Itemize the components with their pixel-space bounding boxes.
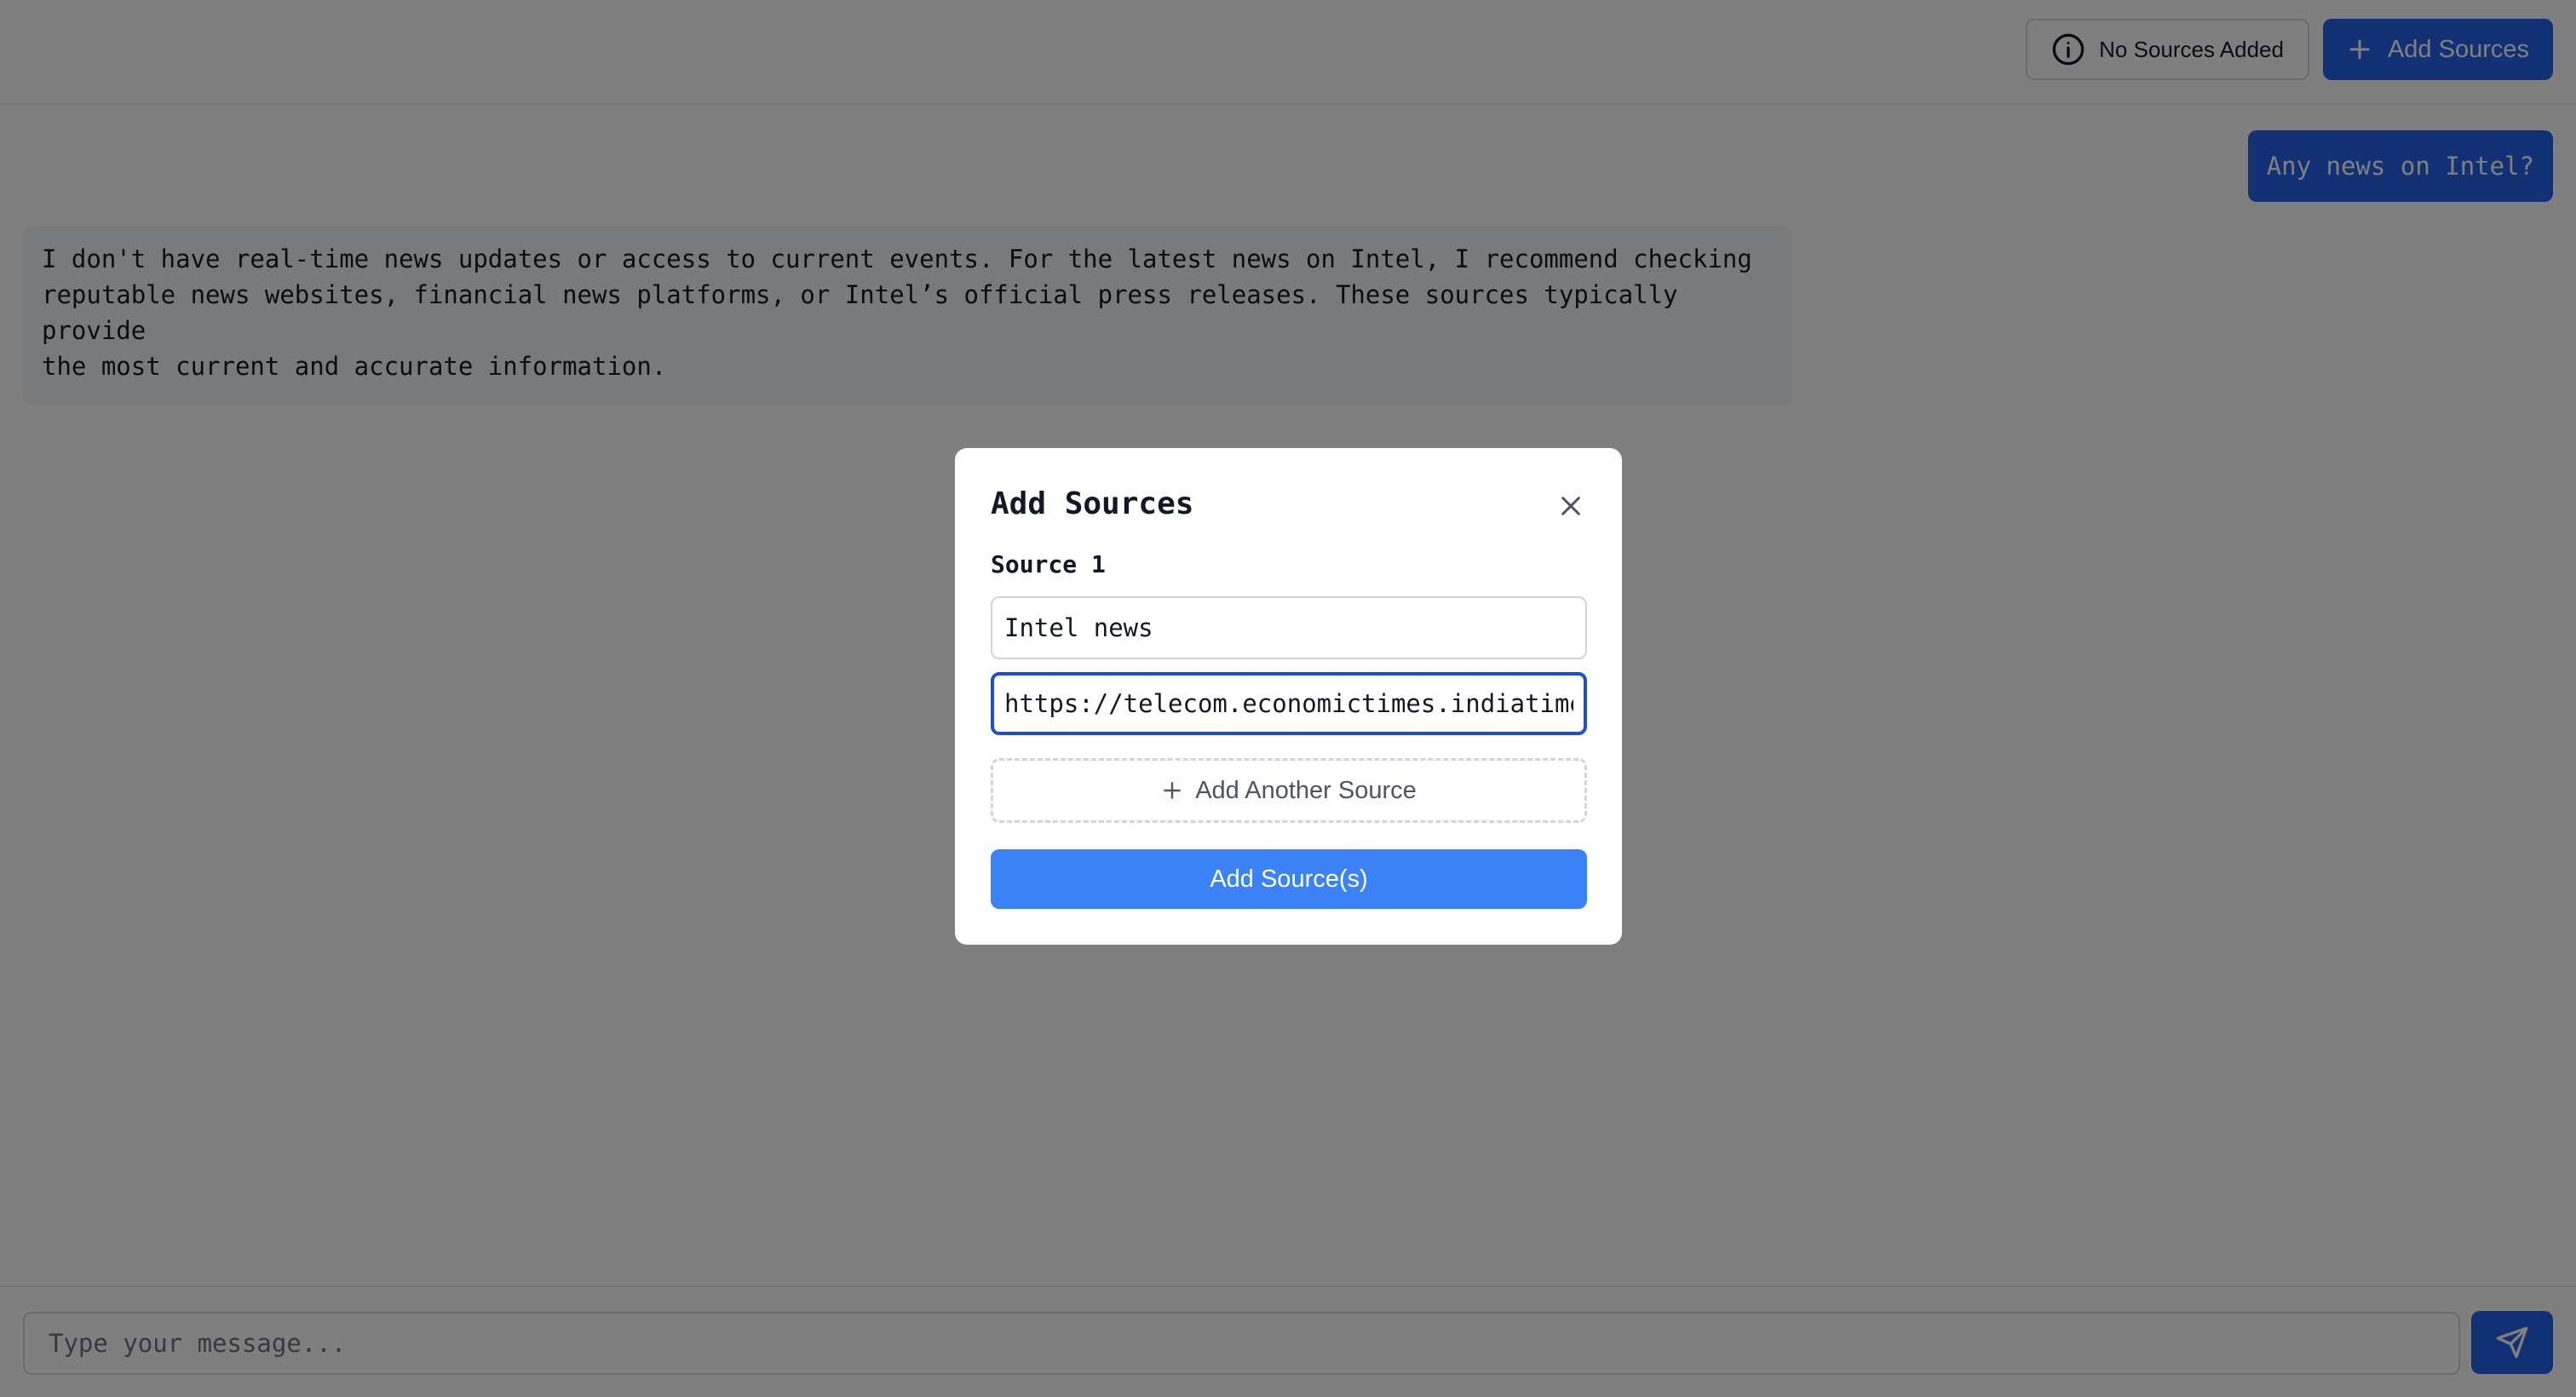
add-another-source-button[interactable]: Add Another Source [991,758,1587,823]
close-button[interactable] [1555,491,1586,521]
source-1-url-input[interactable] [991,672,1587,735]
submit-sources-button[interactable]: Add Source(s) [991,849,1587,909]
source-1-name-input[interactable] [991,596,1587,659]
dialog-title: Add Sources [991,486,1194,521]
source-1-label: Source 1 [991,550,1106,578]
submit-sources-label: Add Source(s) [1210,865,1368,893]
plus-icon [1161,779,1183,802]
add-another-source-label: Add Another Source [1195,776,1417,804]
close-icon [1557,492,1584,520]
add-sources-dialog: Add Sources Source 1 Add Another Source … [955,448,1622,945]
